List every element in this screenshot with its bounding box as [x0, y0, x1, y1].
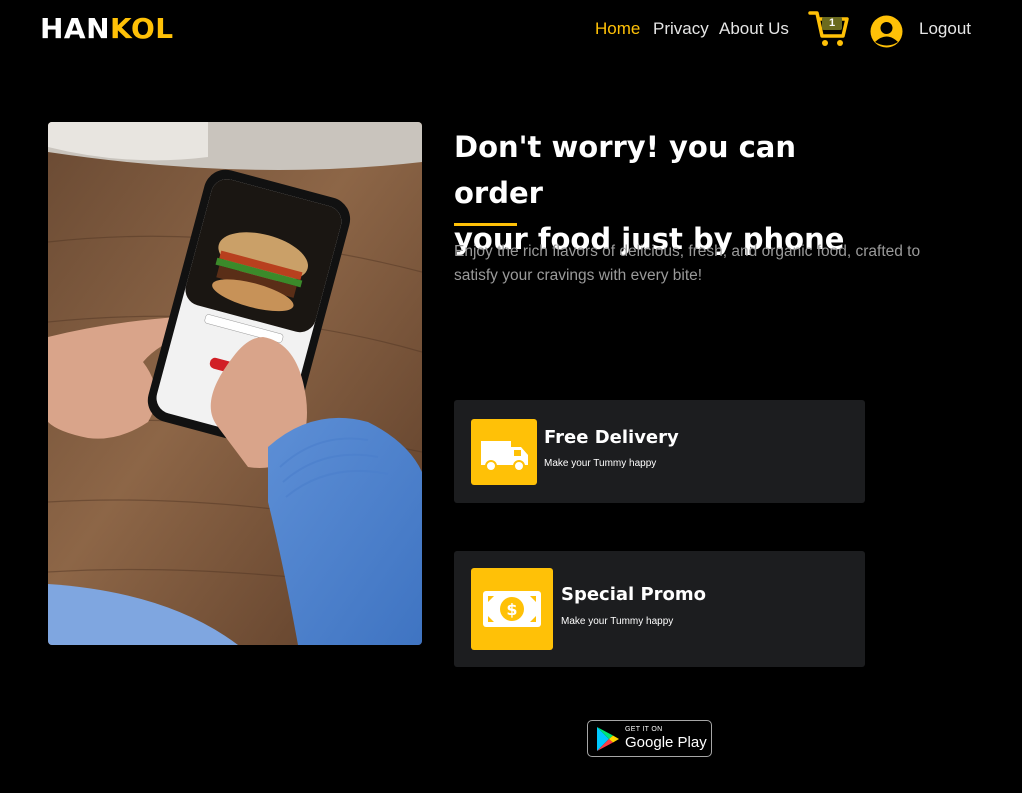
nav-home-link[interactable]: Home	[595, 19, 640, 39]
user-avatar-icon	[870, 15, 903, 48]
delivery-truck-icon	[471, 419, 537, 485]
brand-logo-part1: HAN	[40, 12, 111, 45]
svg-text:$: $	[506, 600, 517, 619]
hero-phone-photo	[48, 122, 422, 645]
top-navbar: HANKOL Home Privacy About Us 1 Logout	[0, 0, 1022, 60]
shopping-cart-icon	[808, 11, 849, 46]
feature-subtitle: Make your Tummy happy	[561, 616, 674, 627]
cart-button[interactable]: 1	[808, 10, 850, 50]
store-badge-name: Google Play	[625, 734, 707, 751]
feature-title: Special Promo	[561, 584, 707, 605]
brand-logo-part2: KOL	[110, 12, 174, 45]
hero-headline-line1: Don't worry! you can order	[454, 130, 796, 210]
feature-title: Free Delivery	[544, 427, 679, 448]
nav-about-link[interactable]: About Us	[719, 19, 789, 39]
hero-description: Enjoy the rich flavors of delicious, fre…	[454, 243, 921, 284]
user-avatar[interactable]	[870, 15, 903, 48]
feature-card-special-promo: $ Special Promo Make your Tummy happy	[454, 551, 865, 667]
cart-count-badge: 1	[822, 17, 842, 30]
nav-privacy-link[interactable]: Privacy	[653, 19, 709, 39]
feature-subtitle: Make your Tummy happy	[544, 458, 657, 469]
headline-underline	[454, 223, 517, 226]
logout-link[interactable]: Logout	[919, 19, 971, 39]
store-badge-small-text: GET IT ON	[625, 726, 663, 733]
feature-card-free-delivery: Free Delivery Make your Tummy happy	[454, 400, 865, 503]
brand-logo[interactable]: HANKOL	[40, 12, 174, 45]
dollar-bill-icon: $	[471, 568, 553, 650]
google-play-icon	[597, 727, 619, 751]
google-play-badge[interactable]: GET IT ON Google Play	[587, 720, 712, 757]
